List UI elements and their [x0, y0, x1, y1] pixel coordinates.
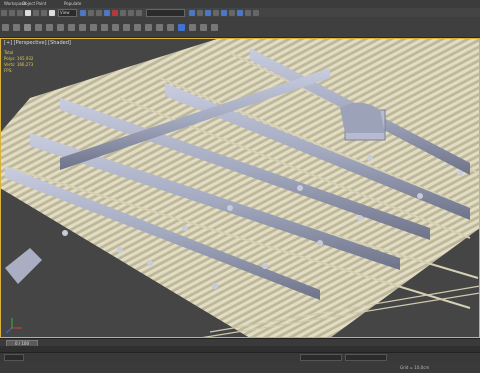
- menu-item-object-paint[interactable]: Object Paint: [22, 0, 46, 8]
- percent-snap-icon[interactable]: [120, 9, 126, 16]
- camera-icon[interactable]: [167, 23, 174, 31]
- pyramid-icon[interactable]: [123, 23, 130, 31]
- main-toolbar: View: [0, 8, 480, 17]
- link-icon[interactable]: [17, 9, 23, 16]
- render-icon[interactable]: [253, 9, 259, 16]
- viewport-label[interactable]: [+] [Perspective] [Shaded]: [4, 40, 71, 46]
- helpers-icon[interactable]: [189, 23, 196, 31]
- geosphere-icon[interactable]: [134, 23, 141, 31]
- select-move-icon[interactable]: [80, 9, 86, 16]
- unlink-icon[interactable]: [25, 9, 31, 16]
- render-setup-icon[interactable]: [237, 9, 243, 16]
- plane-icon[interactable]: [90, 23, 97, 31]
- select-scale-icon[interactable]: [96, 9, 102, 16]
- selection-region-icon[interactable]: [41, 9, 47, 16]
- bind-space-warp-icon[interactable]: [33, 9, 39, 16]
- sphere-icon[interactable]: [46, 23, 53, 31]
- torus-icon[interactable]: [68, 23, 75, 31]
- teapot-icon[interactable]: [79, 23, 86, 31]
- named-selection-input[interactable]: [146, 8, 185, 17]
- viewport-active-border: [0, 38, 480, 338]
- stats-fps: FPS:: [4, 68, 13, 73]
- mirror-icon[interactable]: [189, 9, 195, 16]
- angle-snap-icon[interactable]: [112, 9, 118, 16]
- perspective-viewport[interactable]: [+] [Perspective] [Shaded] Total Polys: …: [0, 38, 480, 338]
- rendered-frame-icon[interactable]: [245, 9, 251, 16]
- spinner-snap-icon[interactable]: [128, 9, 134, 16]
- box-icon[interactable]: [35, 23, 42, 31]
- edit-named-selection-icon[interactable]: [136, 9, 142, 16]
- spacewarps-icon[interactable]: [200, 23, 207, 31]
- layer-explorer-icon[interactable]: [205, 9, 211, 16]
- systems-icon[interactable]: [211, 23, 218, 31]
- cone-icon[interactable]: [101, 23, 108, 31]
- select-by-name-icon[interactable]: [49, 9, 55, 16]
- snap-toggle-icon[interactable]: [104, 9, 110, 16]
- undo-icon[interactable]: [1, 9, 7, 16]
- tube-icon[interactable]: [112, 23, 119, 31]
- select-rotate-icon[interactable]: [88, 9, 94, 16]
- scene-statistics: Total Polys: 165,932 Verts: 166,273 FPS:: [4, 50, 33, 74]
- material-editor-icon[interactable]: [229, 9, 235, 16]
- menu-item-populate[interactable]: Populate: [64, 0, 81, 8]
- sphere-blue-icon[interactable]: [178, 23, 185, 31]
- shape-icon[interactable]: [145, 23, 152, 31]
- redo-icon[interactable]: [9, 9, 15, 16]
- new-scene-icon[interactable]: [2, 23, 9, 31]
- curve-editor-icon[interactable]: [213, 9, 219, 16]
- cylinder-icon[interactable]: [57, 23, 64, 31]
- grid-size-label: Grid = 10,0cm: [400, 365, 430, 370]
- schematic-view-icon[interactable]: [221, 9, 227, 16]
- secondary-toolbar: [0, 17, 480, 38]
- align-icon[interactable]: [197, 9, 203, 16]
- light-icon[interactable]: [156, 23, 163, 31]
- open-icon[interactable]: [13, 23, 20, 31]
- selection-filter-dropdown[interactable]: View: [58, 8, 77, 17]
- save-icon[interactable]: [24, 23, 31, 31]
